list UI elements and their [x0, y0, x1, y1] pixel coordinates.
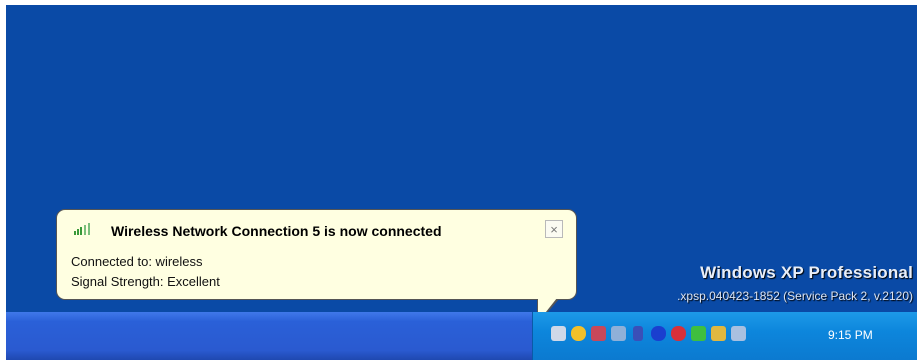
security-shield-icon[interactable]	[571, 326, 586, 341]
watermark-build: .xpsp.040423-1852 (Service Pack 2, v.212…	[677, 289, 913, 303]
screenshot-frame: Windows XP Professional .xpsp.040423-185…	[6, 5, 917, 360]
balloon-title: Wireless Network Connection 5 is now con…	[111, 223, 442, 239]
system-tray[interactable]: 9:15 PM	[532, 312, 917, 360]
connected-to-text: Connected to: wireless	[71, 254, 203, 269]
display-icon[interactable]	[731, 326, 746, 341]
users-icon[interactable]	[611, 326, 626, 341]
signal-strength-text: Signal Strength: Excellent	[71, 274, 220, 289]
bluetooth-icon[interactable]	[651, 326, 666, 341]
clock[interactable]: 9:15 PM	[828, 328, 873, 342]
wireless-signal-icon	[73, 222, 97, 236]
close-button[interactable]: ×	[545, 220, 563, 238]
os-watermark: Windows XP Professional .xpsp.040423-185…	[677, 263, 913, 303]
notification-balloon[interactable]: Wireless Network Connection 5 is now con…	[56, 209, 577, 300]
watermark-title: Windows XP Professional	[700, 263, 913, 282]
usb-icon[interactable]	[633, 326, 643, 341]
antivirus-icon[interactable]	[671, 326, 686, 341]
taskbar[interactable]: 9:15 PM	[6, 312, 917, 360]
network-icon[interactable]	[551, 326, 566, 341]
network-connections-icon[interactable]	[591, 326, 606, 341]
signal-bars-icon[interactable]	[691, 326, 706, 341]
wireless-config-icon[interactable]	[711, 326, 726, 341]
close-icon: ×	[550, 221, 558, 237]
